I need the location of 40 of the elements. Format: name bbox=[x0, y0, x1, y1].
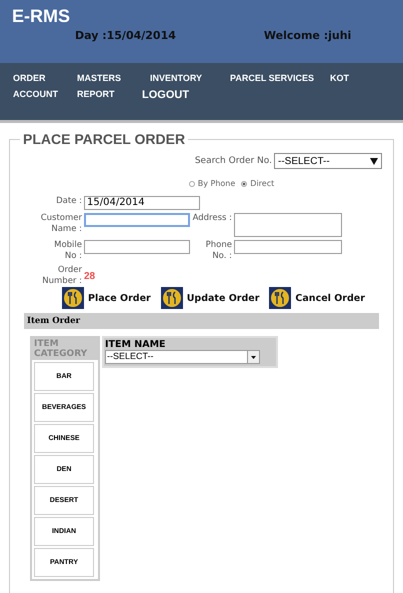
date-field[interactable]: 15/04/2014 bbox=[84, 196, 200, 210]
nav-link[interactable]: MASTERS bbox=[77, 73, 150, 83]
section-title: PLACE PARCEL ORDER bbox=[22, 131, 186, 147]
cutlery-icon bbox=[62, 287, 84, 309]
nav-link[interactable]: PARCEL SERVICES bbox=[230, 73, 330, 83]
field-label: Customer Name : bbox=[40, 213, 82, 235]
nav-link[interactable]: INVENTORY bbox=[150, 73, 230, 83]
nav-link[interactable]: KOT bbox=[330, 73, 403, 83]
dropdown-button[interactable] bbox=[247, 351, 259, 363]
cutlery-icon bbox=[160, 287, 183, 309]
section-title: Item Order bbox=[27, 316, 80, 326]
input-field[interactable] bbox=[234, 240, 342, 254]
radio-option[interactable]: By Phone bbox=[188, 179, 236, 188]
action-button[interactable]: Cancel Order bbox=[269, 287, 365, 309]
action-button[interactable]: Place Order bbox=[62, 287, 151, 309]
order-number: 28 bbox=[84, 271, 96, 282]
column-heading: ITEM CATEGORY bbox=[32, 338, 98, 360]
field-label: Phone No. : bbox=[204, 240, 232, 262]
cutlery-icon bbox=[269, 287, 292, 309]
action-button[interactable]: Update Order bbox=[160, 287, 260, 309]
dropdown-icon bbox=[370, 158, 378, 164]
input-field[interactable] bbox=[84, 213, 190, 227]
app-title: E-RMS bbox=[12, 6, 71, 27]
column-heading: ITEM NAME bbox=[105, 339, 167, 350]
dropdown-icon bbox=[251, 356, 256, 358]
field-label: Order Number : bbox=[41, 265, 82, 287]
item-select[interactable]: --SELECT-- bbox=[105, 350, 260, 364]
nav-link[interactable]: LOGOUT bbox=[142, 89, 230, 101]
field-label: Mobile No : bbox=[53, 240, 82, 262]
welcome-text: Welcome :juhi bbox=[264, 29, 352, 42]
radio-option[interactable]: Direct bbox=[241, 179, 274, 188]
nav-link[interactable]: ACCOUNT bbox=[13, 89, 77, 101]
field-label: Search Order No. bbox=[194, 156, 272, 166]
field-label: Address : bbox=[192, 213, 232, 224]
date-text: Day :15/04/2014 bbox=[75, 29, 176, 42]
nav-link[interactable]: ORDER bbox=[13, 73, 77, 83]
address-field[interactable] bbox=[234, 213, 342, 237]
order-select[interactable]: --SELECT-- bbox=[274, 153, 382, 169]
field-label: Date : bbox=[55, 196, 82, 207]
input-field[interactable] bbox=[84, 240, 190, 254]
